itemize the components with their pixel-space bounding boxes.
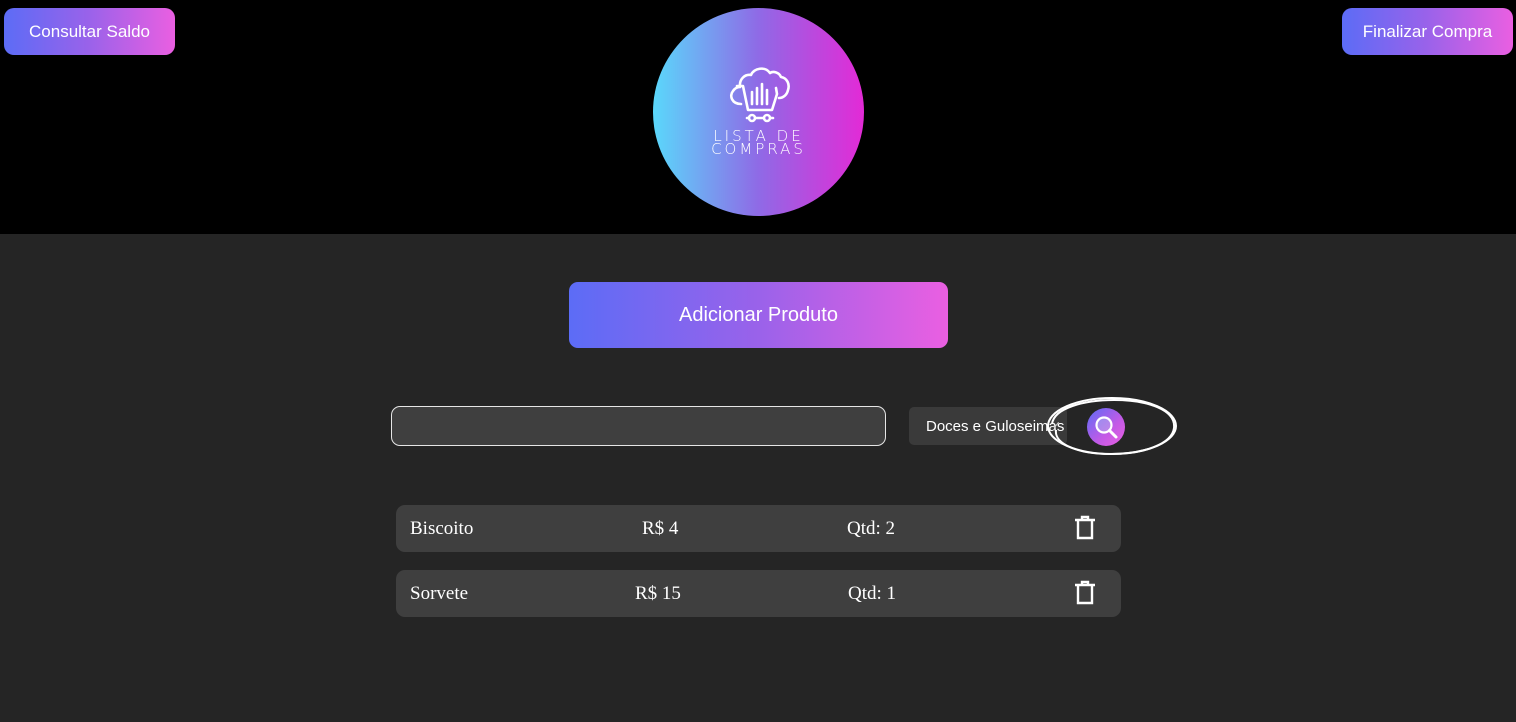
- consultar-saldo-button[interactable]: Consultar Saldo: [4, 8, 175, 55]
- logo: LISTA DE COMPRAS: [653, 8, 864, 216]
- item-name: Sorvete: [410, 583, 469, 604]
- item-quantity: Qtd: 1: [848, 583, 897, 604]
- adicionar-produto-button[interactable]: Adicionar Produto: [569, 282, 948, 348]
- item-name: Biscoito: [410, 518, 474, 539]
- magnifier-icon: [1095, 416, 1118, 439]
- header-bar: Consultar Saldo LISTA DE COMPRAS Finaliz…: [0, 0, 1516, 234]
- search-button[interactable]: [1087, 408, 1125, 446]
- cloud-cart-icon: [729, 67, 790, 123]
- item-price: R$ 4: [642, 518, 679, 539]
- trash-icon[interactable]: [1073, 580, 1097, 606]
- item-price: R$ 15: [635, 583, 681, 604]
- finalizar-compra-button[interactable]: Finalizar Compra: [1342, 8, 1513, 55]
- trash-icon[interactable]: [1073, 515, 1097, 541]
- list-item: Biscoito R$ 4 Qtd: 2: [396, 505, 1121, 552]
- logo-line-2: COMPRAS: [711, 140, 806, 158]
- logo-text: LISTA DE COMPRAS: [711, 129, 806, 158]
- list-item: Sorvete R$ 15 Qtd: 1: [396, 570, 1121, 617]
- item-quantity: Qtd: 2: [847, 518, 896, 539]
- search-input[interactable]: [391, 406, 886, 446]
